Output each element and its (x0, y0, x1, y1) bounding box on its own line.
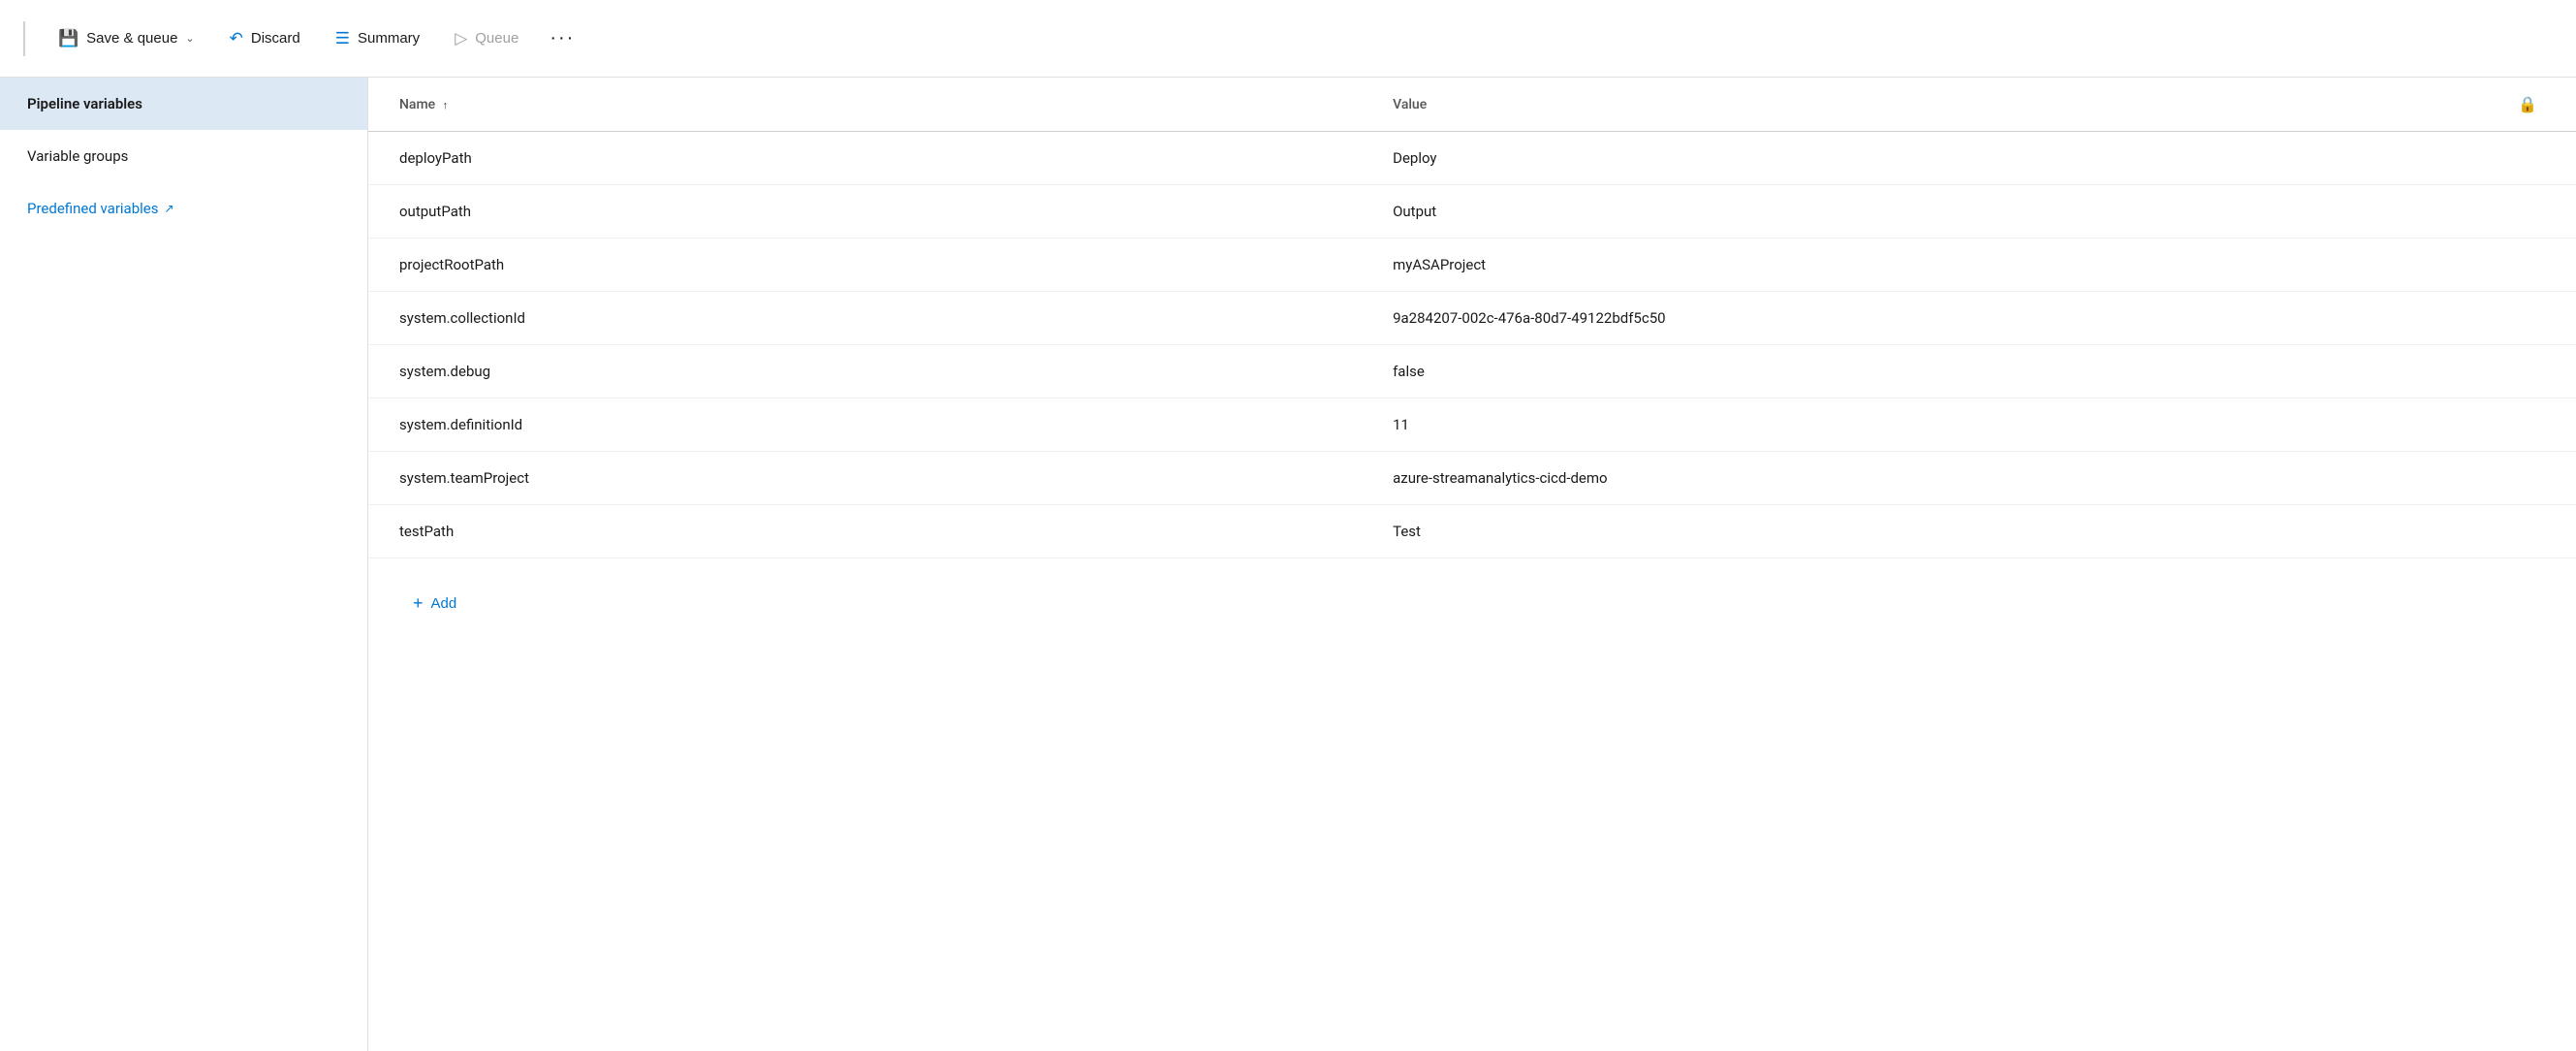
sidebar-item-pipeline-variables[interactable]: Pipeline variables (0, 78, 367, 130)
table-row: testPathTest (368, 505, 2576, 558)
variable-lock-cell (2487, 398, 2576, 452)
variable-name-cell: outputPath (368, 185, 1362, 239)
variable-lock-cell (2487, 505, 2576, 558)
variable-lock-cell (2487, 132, 2576, 185)
save-queue-label: Save & queue (86, 30, 177, 47)
external-link-icon: ↗ (164, 202, 173, 215)
summary-button[interactable]: ☰ Summary (322, 21, 433, 56)
predefined-variables-link[interactable]: Predefined variables ↗ (0, 182, 367, 235)
predefined-variables-label: Predefined variables (27, 200, 158, 217)
variable-name-cell: system.definitionId (368, 398, 1362, 452)
name-column-header[interactable]: Name ↑ (368, 78, 1362, 132)
summary-label: Summary (358, 30, 420, 47)
variable-lock-cell (2487, 345, 2576, 398)
variable-value-cell: false (1362, 345, 2487, 398)
sidebar: Pipeline variables Variable groups Prede… (0, 78, 368, 1051)
add-button[interactable]: + Add (399, 586, 470, 621)
table-row: system.definitionId11 (368, 398, 2576, 452)
variable-name-cell: projectRootPath (368, 239, 1362, 292)
save-queue-button[interactable]: 💾 Save & queue ⌄ (45, 21, 208, 56)
more-options-button[interactable]: ··· (540, 19, 584, 57)
toolbar-divider (23, 21, 25, 56)
variable-lock-cell (2487, 292, 2576, 345)
sidebar-item-variable-groups[interactable]: Variable groups (0, 130, 367, 182)
variable-value-cell: 9a284207-002c-476a-80d7-49122bdf5c50 (1362, 292, 2487, 345)
variables-table: Name ↑ Value 🔒 deployPathDeployoutputPat… (368, 78, 2576, 558)
add-label: Add (431, 595, 457, 612)
plus-icon: + (413, 593, 424, 614)
variable-name-cell: system.collectionId (368, 292, 1362, 345)
variable-name-cell: system.teamProject (368, 452, 1362, 505)
queue-button[interactable]: ▷ Queue (441, 21, 532, 56)
variable-value-cell: azure-streamanalytics-cicd-demo (1362, 452, 2487, 505)
variable-value-cell: myASAProject (1362, 239, 2487, 292)
table-header-row: Name ↑ Value 🔒 (368, 78, 2576, 132)
queue-label: Queue (475, 30, 518, 47)
variable-value-cell: Test (1362, 505, 2487, 558)
variable-name-cell: system.debug (368, 345, 1362, 398)
variable-groups-label: Variable groups (27, 147, 128, 165)
more-icon: ··· (550, 27, 575, 49)
variable-value-cell: Output (1362, 185, 2487, 239)
variable-lock-cell (2487, 452, 2576, 505)
discard-icon: ↶ (230, 29, 243, 48)
value-column-header: Value (1362, 78, 2487, 132)
variable-lock-cell (2487, 239, 2576, 292)
lock-header-icon: 🔒 (2518, 95, 2537, 113)
variable-name-cell: testPath (368, 505, 1362, 558)
save-queue-chevron: ⌄ (185, 32, 194, 45)
add-section: + Add (368, 558, 2576, 649)
table-row: system.debugfalse (368, 345, 2576, 398)
table-row: projectRootPathmyASAProject (368, 239, 2576, 292)
value-column-label: Value (1393, 97, 1427, 112)
variable-value-cell: 11 (1362, 398, 2487, 452)
table-row: deployPathDeploy (368, 132, 2576, 185)
variable-value-cell: Deploy (1362, 132, 2487, 185)
table-row: system.collectionId9a284207-002c-476a-80… (368, 292, 2576, 345)
summary-icon: ☰ (335, 29, 350, 48)
main-layout: Pipeline variables Variable groups Prede… (0, 78, 2576, 1051)
discard-label: Discard (251, 30, 300, 47)
discard-button[interactable]: ↶ Discard (216, 21, 314, 56)
table-row: system.teamProjectazure-streamanalytics-… (368, 452, 2576, 505)
table-row: outputPathOutput (368, 185, 2576, 239)
sort-icon: ↑ (443, 99, 449, 111)
lock-column-header: 🔒 (2487, 78, 2576, 132)
name-column-label: Name (399, 97, 435, 112)
variable-lock-cell (2487, 185, 2576, 239)
variable-name-cell: deployPath (368, 132, 1362, 185)
content-area: Name ↑ Value 🔒 deployPathDeployoutputPat… (368, 78, 2576, 1051)
toolbar: 💾 Save & queue ⌄ ↶ Discard ☰ Summary ▷ Q… (0, 0, 2576, 78)
save-icon: 💾 (58, 29, 79, 48)
pipeline-variables-label: Pipeline variables (27, 95, 142, 112)
queue-icon: ▷ (455, 29, 467, 48)
